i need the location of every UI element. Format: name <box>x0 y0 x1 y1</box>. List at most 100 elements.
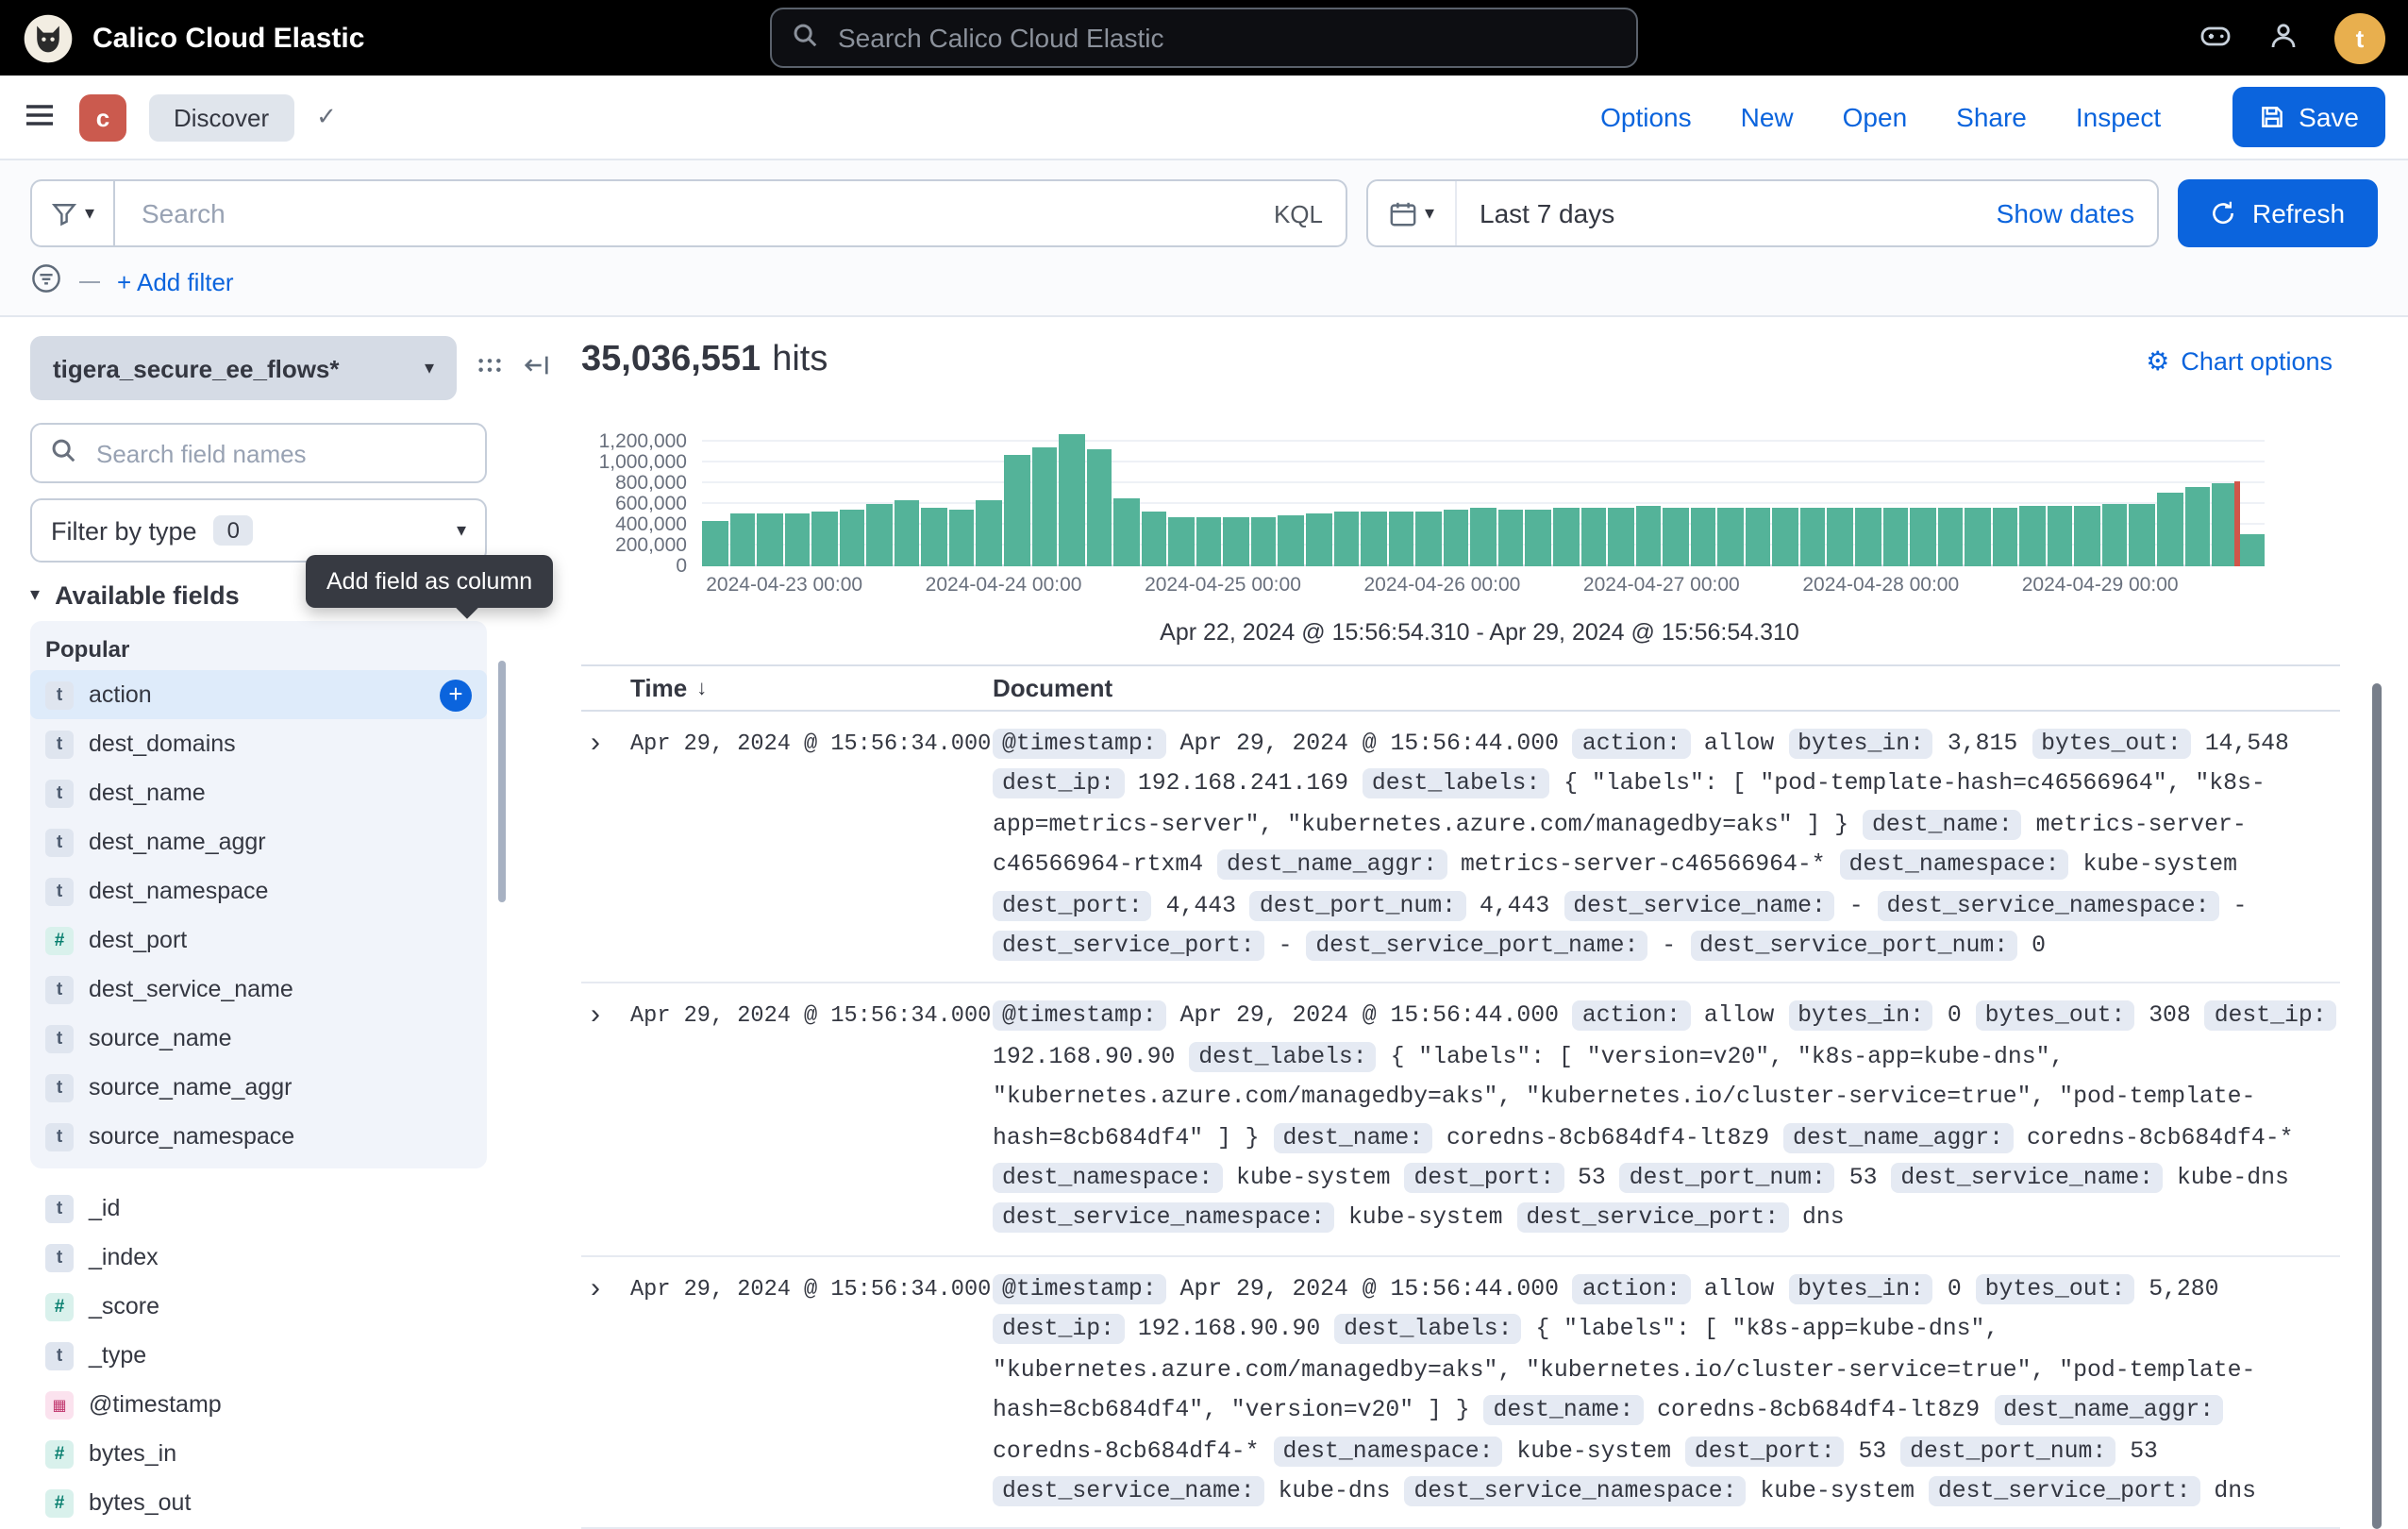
chart-bar[interactable] <box>1992 507 2017 566</box>
chart-options-button[interactable]: ⚙ Chart options <box>2146 344 2333 377</box>
field-item-_score[interactable]: #_score <box>30 1282 487 1331</box>
chart-bar[interactable] <box>2102 505 2128 566</box>
share-button[interactable]: Share <box>1956 102 2027 132</box>
save-button[interactable]: Save <box>2232 87 2385 147</box>
doc-field-name[interactable]: dest_name_aggr: <box>1217 849 1446 880</box>
doc-field-name[interactable]: dest_name: <box>1273 1122 1432 1152</box>
chart-bar[interactable] <box>1800 508 1826 566</box>
field-item-dest_name[interactable]: tdest_name <box>30 768 487 817</box>
breadcrumb[interactable]: Discover <box>149 93 293 141</box>
chart-bar[interactable] <box>2239 534 2265 566</box>
add-filter-button[interactable]: + Add filter <box>117 267 234 295</box>
field-item-dest_name_aggr[interactable]: tdest_name_aggr <box>30 817 487 866</box>
field-item-bytes_in[interactable]: #bytes_in <box>30 1429 487 1478</box>
chart-bar[interactable] <box>1773 507 1798 566</box>
doc-field-name[interactable]: dest_service_port: <box>993 931 1264 961</box>
user-avatar[interactable]: t <box>2334 12 2385 63</box>
chart-bar[interactable] <box>1142 512 1167 566</box>
field-list-options-icon[interactable] <box>476 351 504 385</box>
chart-bar[interactable] <box>1031 447 1057 566</box>
chart-bar[interactable] <box>1526 509 1551 566</box>
doc-field-name[interactable]: @timestamp: <box>993 1001 1166 1032</box>
doc-field-name[interactable]: dest_port_num: <box>1900 1436 2115 1466</box>
chart-bar[interactable] <box>1113 497 1139 566</box>
chart-bar[interactable] <box>1196 518 1222 566</box>
chart-bar[interactable] <box>1498 510 1524 566</box>
field-search-box[interactable] <box>30 423 487 483</box>
field-item-action[interactable]: taction+ <box>30 670 487 719</box>
histogram-chart[interactable]: 0200,000400,000600,000800,0001,000,0001,… <box>702 430 2265 566</box>
chart-bar[interactable] <box>1882 507 1908 566</box>
chart-bar[interactable] <box>811 512 837 566</box>
doc-field-name[interactable]: dest_service_namespace: <box>1878 890 2219 920</box>
chart-bar[interactable] <box>2184 487 2210 566</box>
chart-bar[interactable] <box>2048 507 2073 566</box>
doc-field-name[interactable]: dest_service_port: <box>1929 1476 2200 1506</box>
doc-field-name[interactable]: dest_port: <box>1404 1163 1564 1193</box>
doc-field-name[interactable]: dest_service_name: <box>1564 890 1835 920</box>
chart-bar[interactable] <box>1635 506 1661 566</box>
doc-field-name[interactable]: dest_labels: <box>1189 1042 1376 1072</box>
global-search-input[interactable] <box>834 21 1617 55</box>
chart-bar[interactable] <box>2075 506 2100 566</box>
doc-field-name[interactable]: bytes_in: <box>1788 729 1933 759</box>
chart-bar[interactable] <box>1828 509 1853 566</box>
doc-field-name[interactable]: dest_name: <box>1863 810 2022 840</box>
chart-bar[interactable] <box>1004 456 1029 566</box>
doc-field-name[interactable]: bytes_in: <box>1788 1001 1933 1032</box>
time-range-value[interactable]: Last 7 days <box>1457 198 1614 228</box>
chart-bar[interactable] <box>1690 508 1715 566</box>
saved-query-menu-button[interactable]: ▾ <box>30 179 113 247</box>
doc-field-name[interactable]: dest_port: <box>1685 1436 1845 1466</box>
add-field-as-column-button[interactable]: + <box>440 679 472 711</box>
chart-bar[interactable] <box>702 521 727 566</box>
expand-row-button[interactable]: › <box>581 1270 630 1513</box>
sidebar-scrollbar[interactable] <box>498 661 506 902</box>
doc-field-name[interactable]: dest_service_port_name: <box>1306 931 1647 961</box>
chart-bar[interactable] <box>1608 508 1633 566</box>
chart-bar[interactable] <box>2130 504 2155 566</box>
refresh-button[interactable]: Refresh <box>2178 179 2378 247</box>
chart-bar[interactable] <box>729 514 755 566</box>
chart-bar[interactable] <box>1663 507 1688 566</box>
chart-bar[interactable] <box>895 501 920 566</box>
chart-bar[interactable] <box>1471 509 1497 566</box>
filter-by-type[interactable]: Filter by type 0 ▾ <box>30 498 487 563</box>
chart-bar[interactable] <box>1553 508 1579 566</box>
chart-bar[interactable] <box>2157 493 2182 566</box>
doc-field-name[interactable]: dest_name: <box>1484 1395 1644 1425</box>
chart-bar[interactable] <box>949 509 975 566</box>
doc-field-name[interactable]: bytes_out: <box>1976 1001 2135 1032</box>
chart-bar[interactable] <box>1746 508 1771 566</box>
chart-bar[interactable] <box>1855 508 1881 566</box>
doc-field-name[interactable]: bytes_in: <box>1788 1274 1933 1304</box>
doc-field-name[interactable]: dest_labels: <box>1363 769 1549 799</box>
new-button[interactable]: New <box>1741 102 1794 132</box>
chart-bar[interactable] <box>1361 512 1386 566</box>
field-item-_type[interactable]: t_type <box>30 1331 487 1380</box>
chart-bar[interactable] <box>1306 514 1331 566</box>
controller-icon[interactable] <box>2199 18 2232 58</box>
doc-field-name[interactable]: bytes_out: <box>1976 1274 2135 1304</box>
space-badge[interactable]: c <box>79 93 126 141</box>
chart-bar[interactable] <box>1333 512 1359 566</box>
chart-bar[interactable] <box>1059 434 1084 566</box>
field-item-dest_port[interactable]: #dest_port <box>30 916 487 965</box>
doc-field-name[interactable]: dest_name_aggr: <box>1783 1122 2013 1152</box>
filter-menu-icon[interactable] <box>30 262 62 300</box>
expand-row-button[interactable]: › <box>581 998 630 1240</box>
doc-field-name[interactable]: dest_service_name: <box>993 1476 1264 1506</box>
field-item-dest_domains[interactable]: tdest_domains <box>30 719 487 768</box>
field-item-@timestamp[interactable]: ▦@timestamp <box>30 1380 487 1429</box>
collapse-sidebar-icon[interactable] <box>523 351 551 385</box>
field-item-dest_service_name[interactable]: tdest_service_name <box>30 965 487 1014</box>
field-item-source_name_aggr[interactable]: tsource_name_aggr <box>30 1063 487 1112</box>
doc-field-name[interactable]: dest_namespace: <box>993 1163 1222 1193</box>
chart-bar[interactable] <box>1444 510 1469 566</box>
calendar-menu-button[interactable]: ▾ <box>1368 181 1457 245</box>
chart-bar[interactable] <box>1279 515 1304 566</box>
chart-bar[interactable] <box>1224 517 1249 566</box>
chart-bar[interactable] <box>1580 507 1606 566</box>
chart-bar[interactable] <box>757 513 782 566</box>
show-dates-button[interactable]: Show dates <box>1997 198 2157 228</box>
